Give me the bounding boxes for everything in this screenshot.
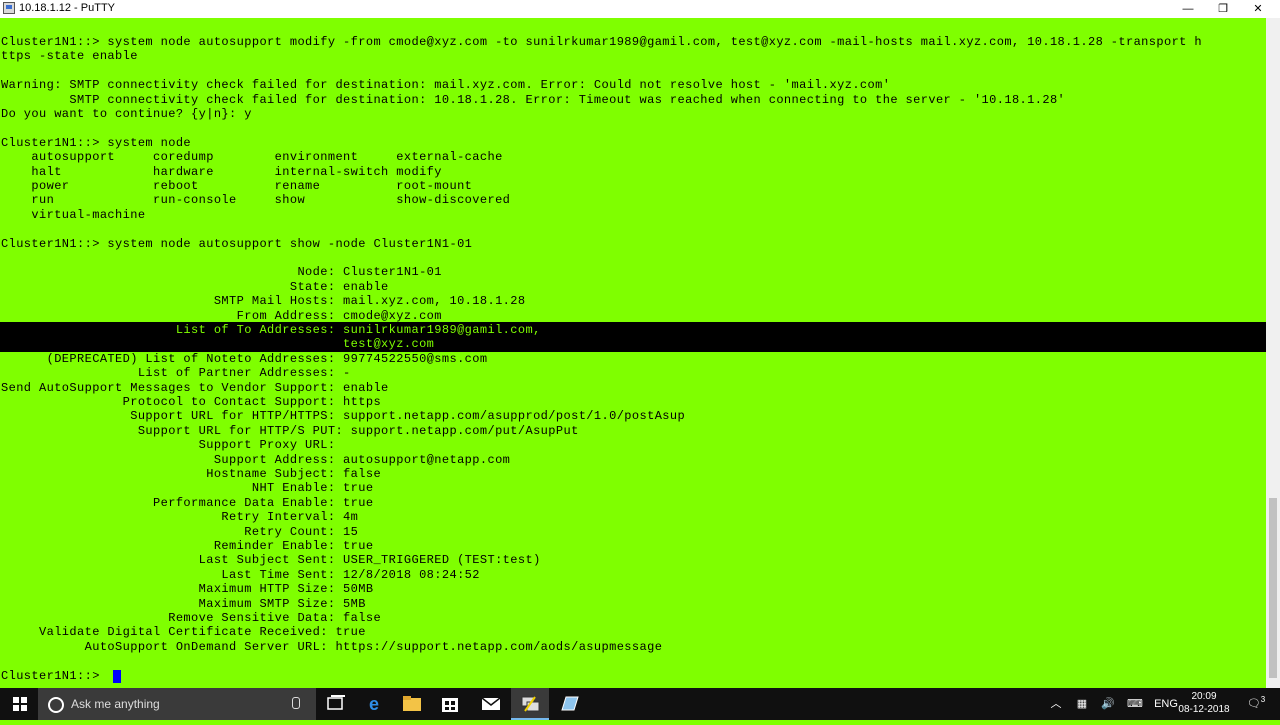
- terminal-line: List of To Addresses: sunilrkumar1989@ga…: [1, 323, 541, 337]
- window-title: 10.18.1.12 - PuTTY: [19, 2, 115, 14]
- terminal-line: Validate Digital Certificate Received: t…: [1, 625, 366, 640]
- clock-time: 20:09: [1191, 691, 1217, 702]
- volume-icon[interactable]: 🔊: [1098, 688, 1118, 720]
- terminal-output[interactable]: Cluster1N1::> system node autosupport mo…: [0, 18, 1266, 688]
- terminal-line: Retry Interval: 4m: [1, 510, 359, 525]
- system-clock[interactable]: 20:09 08-12-2018: [1176, 690, 1232, 718]
- terminal-line: SMTP connectivity check failed for desti…: [1, 92, 1066, 107]
- notepad-icon[interactable]: [550, 688, 588, 720]
- terminal-line: Cluster1N1::>: [1, 668, 108, 683]
- windows-logo-icon: [13, 697, 27, 711]
- terminal-line: State: enable: [1, 279, 389, 294]
- network-icon[interactable]: ▦: [1072, 688, 1092, 720]
- terminal-line: Support Address: autosupport@netapp.com: [1, 452, 511, 467]
- store-icon[interactable]: [431, 688, 469, 720]
- terminal-line: halt hardware internal-switch modify: [1, 164, 442, 179]
- terminal-line: Cluster1N1::> system node autosupport sh…: [1, 236, 473, 251]
- keyboard-icon[interactable]: ⌨: [1124, 688, 1146, 720]
- terminal-line: (DEPRECATED) List of Noteto Addresses: 9…: [1, 351, 488, 366]
- terminal-line: Warning: SMTP connectivity check failed …: [1, 78, 891, 93]
- terminal-line: Protocol to Contact Support: https: [1, 395, 382, 409]
- terminal-line: Performance Data Enable: true: [1, 495, 374, 510]
- terminal-line: power reboot rename root-mount: [1, 179, 473, 193]
- scrollbar-thumb[interactable]: [1269, 498, 1277, 678]
- terminal-line: Remove Sensitive Data: false: [1, 611, 382, 625]
- putty-app-icon[interactable]: [3, 2, 15, 14]
- windows-taskbar: Ask me anything e ︿ ▦ 🔊 ⌨ ENG 20:09 08-1…: [0, 688, 1280, 720]
- show-hidden-icons-chevron-icon[interactable]: ︿: [1048, 688, 1064, 720]
- terminal-line: NHT Enable: true: [1, 481, 374, 496]
- terminal-line: From Address: cmode@xyz.com: [1, 308, 442, 323]
- terminal-cursor: [113, 669, 121, 683]
- terminal-line: virtual-machine: [1, 207, 146, 222]
- cortana-icon: [48, 697, 64, 713]
- terminal-line: autosupport coredump environment externa…: [1, 150, 503, 165]
- task-view-icon[interactable]: [316, 688, 354, 720]
- terminal-line: Maximum SMTP Size: 5MB: [1, 596, 366, 611]
- terminal-line: Maximum HTTP Size: 50MB: [1, 582, 374, 597]
- mail-icon[interactable]: [472, 688, 510, 720]
- terminal-line: Reminder Enable: true: [1, 539, 374, 553]
- edge-icon[interactable]: e: [355, 688, 393, 720]
- notification-count-badge: 3: [1260, 695, 1266, 704]
- start-button[interactable]: [0, 688, 38, 720]
- terminal-line: Support URL for HTTP/S PUT: support.neta…: [1, 423, 579, 438]
- microphone-icon[interactable]: [292, 697, 300, 709]
- svg-text:e: e: [369, 694, 379, 714]
- terminal-line: run run-console show show-discovered: [1, 193, 511, 208]
- terminal-line: AutoSupport OnDemand Server URL: https:/…: [1, 639, 663, 654]
- minimize-button[interactable]: —: [1170, 0, 1206, 18]
- search-placeholder: Ask me anything: [71, 697, 160, 711]
- close-button[interactable]: ✕: [1240, 0, 1276, 18]
- putty-icon[interactable]: [511, 688, 549, 720]
- terminal-line: Retry Count: 15: [1, 524, 359, 539]
- terminal-line: List of Partner Addresses: -: [1, 366, 351, 381]
- terminal-scrollbar[interactable]: [1266, 18, 1280, 688]
- terminal-line: Support Proxy URL:: [1, 438, 336, 453]
- file-explorer-icon[interactable]: [393, 688, 431, 720]
- terminal-line: Cluster1N1::> system node: [1, 135, 192, 150]
- terminal-line: Last Time Sent: 12/8/2018 08:24:52: [1, 567, 480, 582]
- terminal-line: ttps -state enable: [1, 49, 138, 64]
- terminal-line: Cluster1N1::> system node autosupport mo…: [1, 35, 1202, 49]
- restore-button[interactable]: ❐: [1205, 0, 1241, 18]
- clock-date: 08-12-2018: [1178, 704, 1230, 715]
- window-titlebar[interactable]: 10.18.1.12 - PuTTY — ❐ ✕: [0, 0, 1280, 18]
- terminal-line: SMTP Mail Hosts: mail.xyz.com, 10.18.1.2…: [1, 294, 526, 309]
- terminal-line: Node: Cluster1N1-01: [1, 265, 442, 280]
- terminal-line: Support URL for HTTP/HTTPS: support.neta…: [1, 409, 686, 424]
- terminal-line: Last Subject Sent: USER_TRIGGERED (TEST:…: [1, 553, 541, 568]
- terminal-line: Send AutoSupport Messages to Vendor Supp…: [1, 380, 389, 395]
- terminal-line: Hostname Subject: false: [1, 467, 382, 481]
- terminal-line: Do you want to continue? {y|n}: y: [1, 107, 252, 121]
- cortana-search-box[interactable]: Ask me anything: [38, 688, 316, 720]
- terminal-line: test@xyz.com: [1, 337, 435, 352]
